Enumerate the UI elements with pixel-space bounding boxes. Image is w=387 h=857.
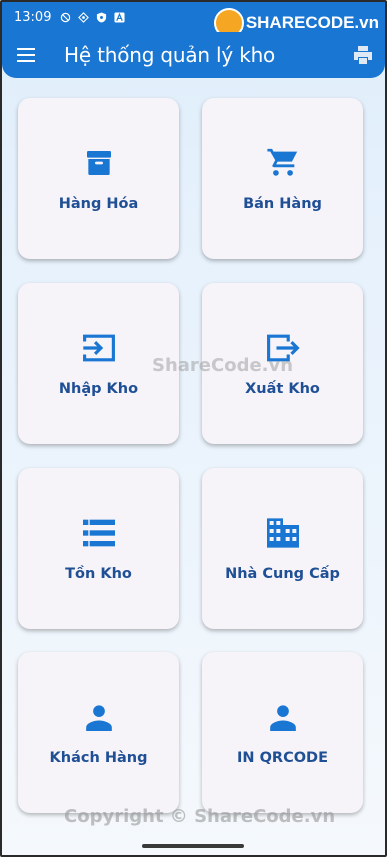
home-indicator[interactable] [142,844,244,848]
menu-grid: Hàng Hóa Bán Hàng Nhập Kho Xuất Kho Tồn … [2,2,385,855]
card-hang-hoa[interactable]: Hàng Hóa [18,98,179,259]
card-ton-kho[interactable]: Tồn Kho [18,468,179,629]
card-label: Khách Hàng [49,750,148,766]
card-label: IN QRCODE [237,750,328,766]
card-label: Nhà Cung Cấp [225,566,340,582]
shopping-cart-icon [266,146,300,180]
card-label: Tồn Kho [65,566,132,582]
person-icon [82,700,116,734]
card-label: Nhập Kho [58,381,139,397]
watermark-text: ShareCode.vn [152,355,294,376]
copyright-watermark: Copyright © ShareCode.vn [64,806,336,827]
person-icon [266,700,300,734]
app-screen: 13:09 SHARECODE.vn Hệ thống quản lý kho [0,0,387,857]
input-icon [82,331,116,365]
card-khach-hang[interactable]: Khách Hàng [18,652,179,813]
list-icon [82,516,116,550]
business-icon [266,516,300,550]
card-label: Xuất Kho [245,381,320,397]
card-label: Hàng Hóa [58,196,139,212]
archive-icon [82,146,116,180]
card-in-qrcode[interactable]: IN QRCODE [202,652,363,813]
card-nha-cung-cap[interactable]: Nhà Cung Cấp [202,468,363,629]
card-ban-hang[interactable]: Bán Hàng [202,98,363,259]
card-label: Bán Hàng [243,196,322,212]
